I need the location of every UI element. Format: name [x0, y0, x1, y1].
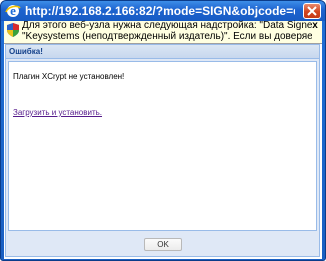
ie-icon: e — [5, 3, 21, 19]
error-dialog: Ошибка! Плагин XCrypt не установлен! Заг… — [5, 44, 320, 257]
information-bar-line-1: Для этого веб-узла нужна следующая надст… — [22, 20, 312, 31]
shield-icon — [7, 23, 19, 37]
dialog-footer: OK — [6, 233, 319, 256]
ok-button[interactable]: OK — [144, 238, 182, 251]
dialog-header: Ошибка! — [6, 45, 319, 59]
dialog-title: Ошибка! — [9, 47, 43, 56]
close-button[interactable] — [303, 3, 321, 19]
error-message: Плагин XCrypt не установлен! — [13, 72, 125, 81]
information-bar[interactable]: Для этого веб-узла нужна следующая надст… — [4, 20, 322, 44]
download-install-link[interactable]: Загрузить и установить. — [13, 108, 102, 118]
window-title: http://192.168.2.166:82/?mode=SIGN&objco… — [25, 4, 295, 18]
browser-popup-window: e http://192.168.2.166:82/?mode=SIGN&obj… — [0, 0, 326, 261]
information-bar-close-icon[interactable]: x — [310, 21, 320, 31]
information-bar-line-2: "Keysystems (неподтвержденный издатель)"… — [22, 31, 312, 42]
svg-text:e: e — [10, 3, 16, 18]
browser-client-area: Для этого веб-узла нужна следующая надст… — [4, 20, 322, 259]
information-bar-text: Для этого веб-узла нужна следующая надст… — [22, 20, 312, 42]
title-bar[interactable]: e http://192.168.2.166:82/?mode=SIGN&obj… — [1, 1, 325, 21]
close-icon — [307, 6, 317, 16]
dialog-body: Плагин XCrypt не установлен! Загрузить и… — [8, 61, 317, 231]
